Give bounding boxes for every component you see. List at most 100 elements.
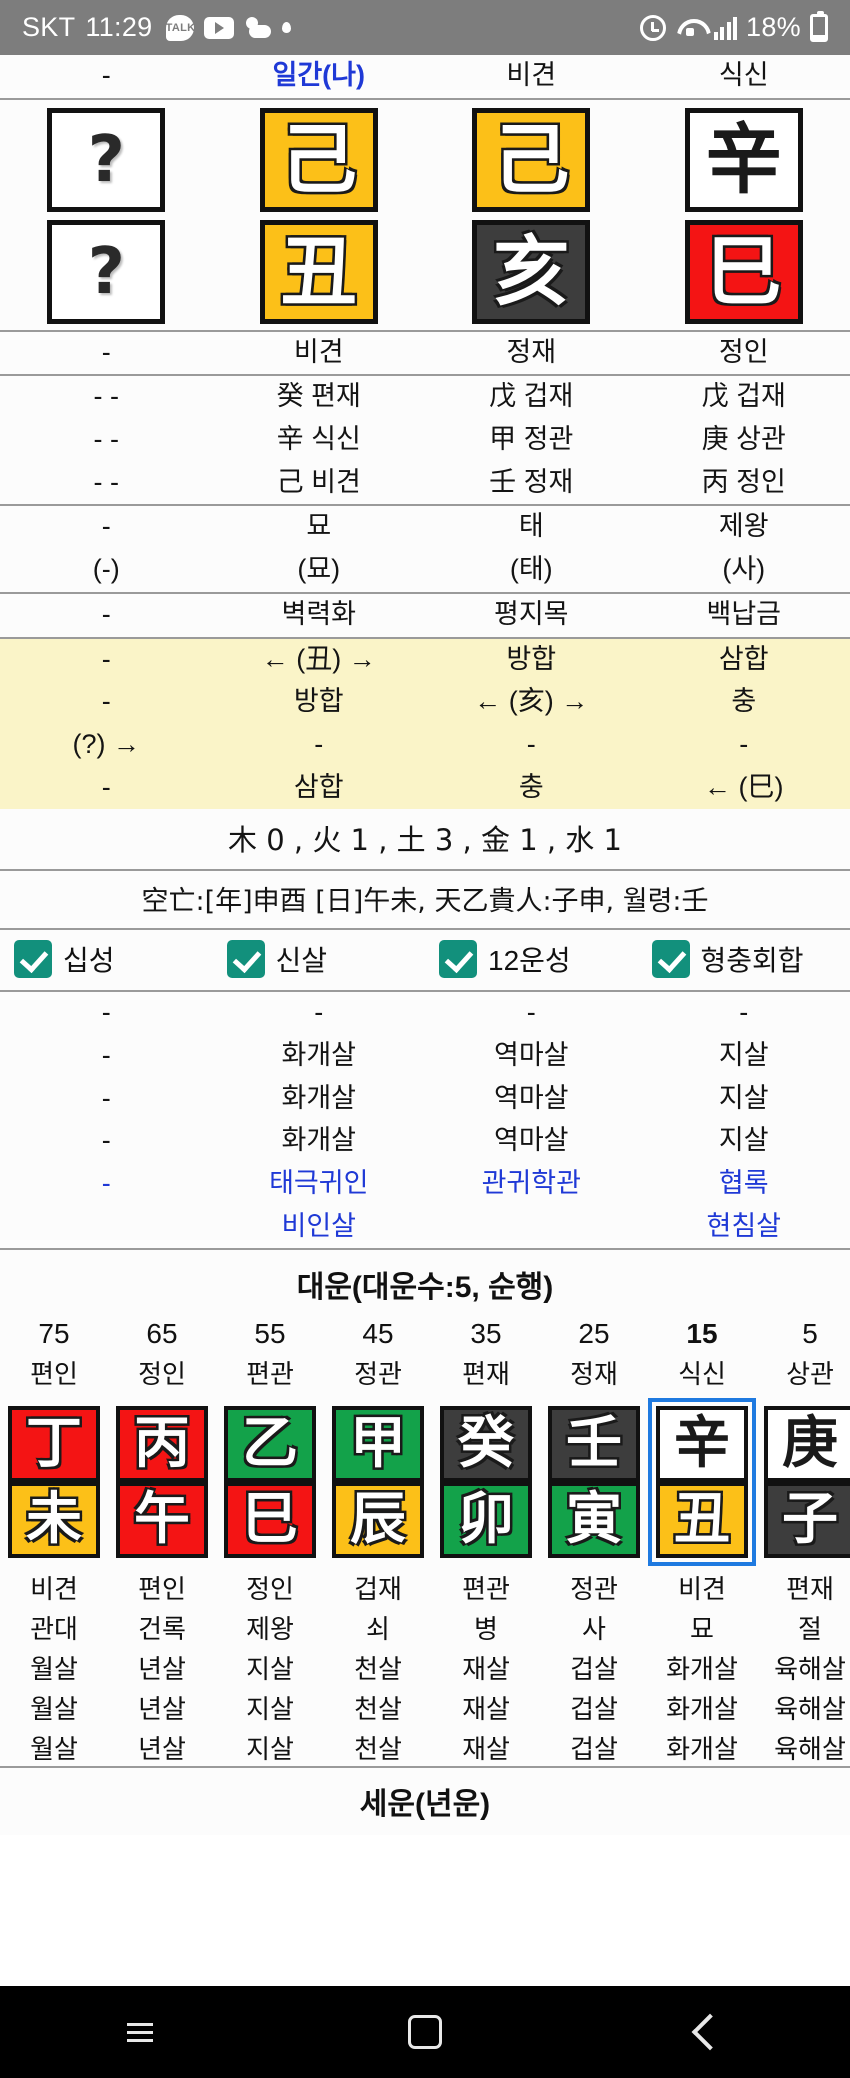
branch-sipseong-month: 정재 bbox=[506, 336, 557, 367]
daeun-stem-card[interactable]: 丙 bbox=[116, 1406, 208, 1483]
daeun-pillar[interactable]: 丙午 bbox=[108, 1398, 216, 1566]
home-icon[interactable] bbox=[407, 2015, 442, 2049]
pillar-cards-row: ? ? 己 丑 己 亥 辛 巳 bbox=[0, 99, 850, 332]
daeun-stem-card[interactable]: 壬 bbox=[548, 1406, 640, 1483]
stem-card-year[interactable]: 辛 bbox=[684, 107, 803, 212]
branch-card-month[interactable]: 亥 bbox=[472, 219, 591, 324]
stem-card-hour[interactable]: ? bbox=[47, 107, 166, 212]
daeun-branch-card[interactable]: 卯 bbox=[440, 1482, 532, 1559]
daeun-stem-card[interactable]: 乙 bbox=[224, 1406, 316, 1483]
pillar-header-day: 일간(나) bbox=[272, 60, 365, 90]
daeun-pillar[interactable]: 甲辰 bbox=[324, 1398, 432, 1566]
daeun-branch-card[interactable]: 午 bbox=[116, 1482, 208, 1559]
dot-icon bbox=[282, 22, 292, 33]
hapchung-cell: (?) → bbox=[72, 728, 141, 759]
hidden-stem-cell: 庚 상관 bbox=[701, 424, 786, 455]
branch-card-hour[interactable]: ? bbox=[47, 219, 166, 324]
daeun-sub5: 육해살 bbox=[774, 1734, 846, 1765]
daeun-column[interactable]: 35 편재 癸卯 편관 병 재살 재살 재살 bbox=[432, 1316, 540, 1766]
sinsal-cell: 역마살 bbox=[493, 1039, 569, 1070]
branch-card-day[interactable]: 丑 bbox=[259, 219, 378, 324]
daeun-stem-card[interactable]: 癸 bbox=[440, 1406, 532, 1483]
daeun-pillar[interactable]: 乙巳 bbox=[216, 1398, 324, 1566]
toggle-sipseong[interactable]: 십성 bbox=[0, 939, 213, 979]
daeun-sub3: 재살 bbox=[462, 1654, 510, 1685]
pillar-column-hour[interactable]: ? ? bbox=[0, 107, 213, 324]
daeun-column[interactable]: 75 편인 丁未 비견 관대 월살 월살 월살 bbox=[0, 1316, 108, 1766]
daeun-pillar[interactable]: 丁未 bbox=[0, 1398, 108, 1566]
daeun-column[interactable]: 15 식신 辛丑 비견 묘 화개살 화개살 화개살 bbox=[648, 1316, 756, 1766]
daeun-column[interactable]: 45 정관 甲辰 겁재 쇠 천살 천살 천살 bbox=[324, 1316, 432, 1766]
status-bar-left: SKT 11:29 TALK bbox=[22, 12, 292, 43]
daeun-column[interactable]: 65 정인 丙午 편인 건록 년살 년살 년살 bbox=[108, 1316, 216, 1766]
hidden-stem-cell: 辛 식신 bbox=[276, 424, 361, 455]
hidden-stem-cell: 戊 겁재 bbox=[701, 381, 786, 412]
napeum-cell: 평지목 bbox=[493, 598, 569, 629]
back-icon[interactable] bbox=[691, 2013, 729, 2051]
daeun-stem-card[interactable]: 辛 bbox=[656, 1406, 748, 1483]
hapchung-cell: - bbox=[101, 771, 111, 802]
checkbox-checked-icon[interactable] bbox=[226, 940, 265, 979]
daeun-stem-card[interactable]: 庚 bbox=[764, 1406, 850, 1483]
daeun-age: 25 bbox=[578, 1318, 610, 1350]
sinsal-special-cell: 협록 bbox=[718, 1168, 769, 1198]
daeun-sipseong: 편인 bbox=[30, 1359, 78, 1390]
hapchung-cell: 방합 bbox=[293, 686, 344, 717]
toggle-12unseong[interactable]: 12운성 bbox=[425, 939, 638, 979]
daeun-pillar[interactable]: 癸卯 bbox=[432, 1398, 540, 1566]
daeun-sipseong: 편재 bbox=[462, 1359, 510, 1390]
toggle-sinsal[interactable]: 신살 bbox=[213, 939, 426, 979]
daeun-branch-card[interactable]: 寅 bbox=[548, 1482, 640, 1559]
daeun-sub4: 년살 bbox=[138, 1694, 186, 1725]
daeun-branch-card[interactable]: 巳 bbox=[224, 1482, 316, 1559]
sinsal-cell: 역마살 bbox=[493, 1125, 569, 1156]
branch-card-year[interactable]: 巳 bbox=[684, 219, 803, 324]
daeun-age: 65 bbox=[146, 1318, 178, 1350]
daeun-branch-card[interactable]: 丑 bbox=[656, 1482, 748, 1559]
daeun-sub3: 월살 bbox=[30, 1654, 78, 1685]
daeun-sub2: 절 bbox=[798, 1614, 822, 1645]
daeun-branch-card[interactable]: 子 bbox=[764, 1482, 850, 1559]
daeun-column[interactable]: 5 상관 庚子 편재 절 육해살 육해살 육해살 bbox=[756, 1316, 850, 1766]
daeun-sub4: 화개살 bbox=[666, 1694, 738, 1725]
daeun-selected-pillar[interactable]: 辛丑 bbox=[648, 1398, 756, 1567]
daeun-branch-card[interactable]: 辰 bbox=[332, 1482, 424, 1559]
daeun-stem-card[interactable]: 丁 bbox=[8, 1406, 100, 1483]
recents-icon[interactable] bbox=[127, 2022, 154, 2042]
sinsal-cell: - bbox=[739, 997, 749, 1028]
hidden-stem-cell: 戊 겁재 bbox=[489, 381, 574, 412]
checkbox-checked-icon[interactable] bbox=[651, 940, 690, 979]
daeun-sub1: 겁재 bbox=[354, 1574, 402, 1605]
pillar-column-day[interactable]: 己 丑 bbox=[213, 107, 426, 324]
daeun-stem-card[interactable]: 甲 bbox=[332, 1406, 424, 1483]
daeun-sub1: 비견 bbox=[30, 1574, 78, 1605]
sinsal-cell: 역마살 bbox=[493, 1082, 569, 1113]
daeun-column[interactable]: 55 편관 乙巳 정인 제왕 지살 지살 지살 bbox=[216, 1316, 324, 1766]
sinsal-cell: - bbox=[101, 1039, 111, 1070]
pillar-column-month[interactable]: 己 亥 bbox=[425, 107, 638, 324]
daeun-sipseong: 편관 bbox=[246, 1359, 294, 1390]
daeun-sub3: 지살 bbox=[246, 1654, 294, 1685]
daeun-age: 45 bbox=[362, 1318, 394, 1350]
stem-card-month[interactable]: 己 bbox=[472, 107, 591, 212]
checkbox-checked-icon[interactable] bbox=[14, 940, 52, 979]
daeun-sub3: 육해살 bbox=[774, 1654, 846, 1685]
hapchung-row: (?) → - - - bbox=[0, 723, 850, 767]
checkbox-checked-icon[interactable] bbox=[439, 940, 477, 979]
hapchung-row: - 삼합 충 ← (巳) bbox=[0, 766, 850, 810]
toggle-hyeongchunghoehap[interactable]: 형충회합 bbox=[638, 939, 850, 979]
pillar-column-year[interactable]: 辛 巳 bbox=[638, 107, 850, 324]
wifi-icon bbox=[675, 16, 705, 40]
unseong-alt-cell: (묘) bbox=[297, 554, 341, 585]
stem-card-day[interactable]: 己 bbox=[259, 107, 378, 212]
hidden-stem-cell: - - bbox=[93, 381, 119, 412]
daeun-column[interactable]: 25 정재 壬寅 정관 사 겁살 겁살 겁살 bbox=[540, 1316, 648, 1766]
sinsal-special-cell: - bbox=[101, 1168, 111, 1198]
daeun-pillar[interactable]: 壬寅 bbox=[540, 1398, 648, 1566]
daeun-sub3: 화개살 bbox=[666, 1654, 738, 1685]
sinsal-cell: - bbox=[101, 997, 111, 1028]
daeun-pillar[interactable]: 庚子 bbox=[756, 1398, 850, 1566]
daeun-branch-card[interactable]: 未 bbox=[8, 1482, 100, 1559]
sinsal-cell: 화개살 bbox=[281, 1039, 357, 1070]
daeun-sipseong: 정재 bbox=[570, 1359, 618, 1390]
